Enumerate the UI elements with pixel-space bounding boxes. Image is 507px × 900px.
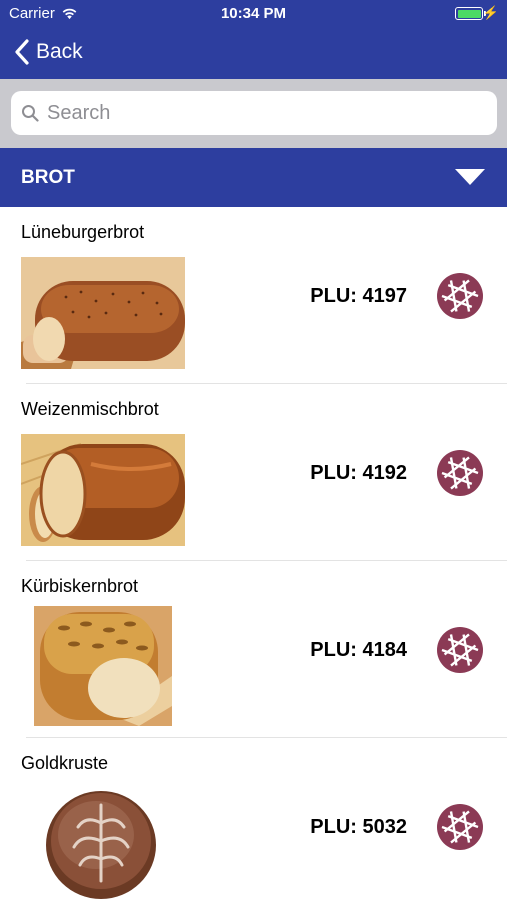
- section-title: BROT: [21, 167, 75, 188]
- shutter-icon[interactable]: [436, 803, 484, 851]
- section-header-brot[interactable]: BROT: [0, 148, 507, 207]
- battery-icon: [455, 7, 486, 20]
- shutter-icon[interactable]: [436, 626, 484, 674]
- plu-code: PLU: 4192: [310, 462, 407, 484]
- item-name: Weizenmischbrot: [21, 399, 159, 419]
- shutter-icon[interactable]: [436, 449, 484, 497]
- search-bar-container: [0, 79, 507, 148]
- list-item[interactable]: Lüneburgerbrot PLU: 4197: [0, 207, 507, 384]
- dropdown-arrow-icon[interactable]: [455, 169, 485, 185]
- app-header: Carrier 10:34 PM ⚡ Back: [0, 0, 507, 79]
- plu-code: PLU: 5032: [310, 816, 407, 838]
- status-bar: Carrier 10:34 PM ⚡: [0, 0, 507, 28]
- search-input[interactable]: [47, 101, 467, 125]
- list-item[interactable]: Kürbiskernbrot PLU: 4184: [0, 561, 507, 738]
- item-name: Lüneburgerbrot: [21, 222, 145, 242]
- seeded-bread-image: [34, 606, 172, 726]
- item-name: Goldkruste: [21, 753, 109, 773]
- item-name: Kürbiskernbrot: [21, 576, 139, 596]
- shutter-icon[interactable]: [436, 272, 484, 320]
- list-item[interactable]: Goldkruste PLU: 5032: [0, 738, 507, 900]
- search-icon: [22, 105, 39, 122]
- back-label: Back: [36, 40, 83, 63]
- plu-code: PLU: 4197: [310, 285, 407, 307]
- plu-code: PLU: 4184: [310, 639, 407, 661]
- bread-loaf-image: [21, 434, 185, 546]
- chevron-left-icon: [15, 39, 29, 65]
- list-item[interactable]: Weizenmischbrot PLU: 4192: [0, 384, 507, 561]
- navigation-bar: Back: [0, 28, 507, 79]
- round-bread-image: [44, 783, 158, 900]
- back-button[interactable]: Back: [14, 39, 83, 65]
- status-time: 10:34 PM: [220, 5, 287, 22]
- bread-loaf-image: [21, 257, 185, 369]
- product-list: Lüneburgerbrot PLU: 4197 Weizenmischbrot…: [0, 207, 507, 900]
- search-field[interactable]: [11, 91, 497, 135]
- charging-bolt-icon: ⚡: [482, 5, 499, 20]
